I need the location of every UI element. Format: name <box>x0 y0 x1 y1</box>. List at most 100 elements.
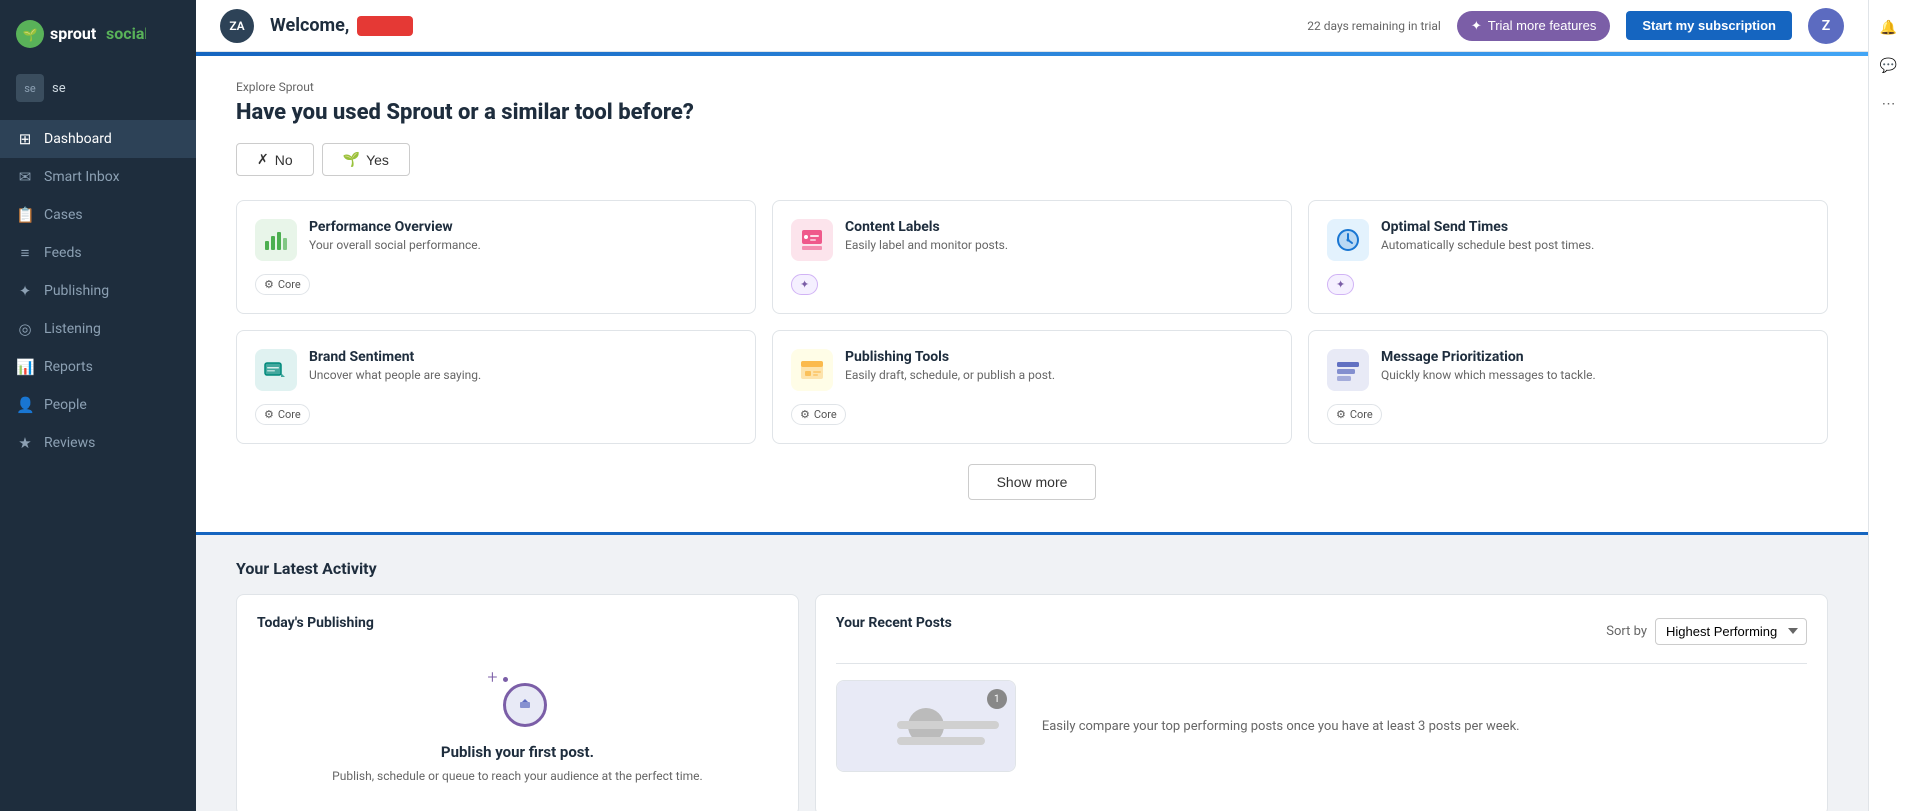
feature-card-desc: Easily label and monitor posts. <box>845 238 1008 252</box>
publish-empty-title: Publish your first post. <box>441 743 594 761</box>
sidebar-item-feeds[interactable]: ≡ Feeds <box>0 234 196 272</box>
core-icon: ⚙ <box>1336 408 1346 421</box>
publish-empty-state: + Publish your firs <box>257 647 778 795</box>
yes-icon: 🌱 <box>343 151 360 168</box>
feature-badge-core: ⚙ Core <box>791 404 846 425</box>
recent-posts-empty-text-area: Easily compare your top performing posts… <box>1032 680 1807 772</box>
feature-badge-core: ⚙ Core <box>255 404 310 425</box>
sidebar-item-publishing[interactable]: ✦ Publishing <box>0 272 196 310</box>
messages-icon[interactable]: 💬 <box>1873 50 1905 82</box>
feature-card-performance-overview[interactable]: Performance Overview Your overall social… <box>236 200 756 314</box>
recent-posts-card: Your Recent Posts Sort by Highest Perfor… <box>815 594 1828 811</box>
topbar-profile-avatar[interactable]: Z <box>1808 8 1844 44</box>
smart-inbox-icon: ✉ <box>16 168 34 186</box>
topbar-user-avatar: ZA <box>220 9 254 43</box>
reviews-icon: ★ <box>16 434 34 452</box>
yesno-buttons: ✗ No 🌱 Yes <box>236 143 1828 176</box>
sort-dropdown[interactable]: Highest Performing <box>1655 618 1807 645</box>
feature-card-publishing-tools[interactable]: Publishing Tools Easily draft, schedule,… <box>772 330 1292 444</box>
no-button[interactable]: ✗ No <box>236 143 314 176</box>
post-number-badge: 1 <box>987 689 1007 709</box>
post-preview-card[interactable]: 1 <box>836 680 1016 772</box>
feature-card-title: Content Labels <box>845 219 1008 235</box>
content-labels-icon <box>791 219 833 261</box>
sidebar-item-smart-inbox[interactable]: ✉ Smart Inbox <box>0 158 196 196</box>
sidebar-item-label: Publishing <box>44 283 109 299</box>
feature-card-desc: Easily draft, schedule, or publish a pos… <box>845 368 1055 382</box>
trial-features-button[interactable]: ✦ Trial more features <box>1457 11 1611 41</box>
post-text-bar-1 <box>897 721 999 729</box>
plus-icon: + <box>487 667 497 688</box>
right-rail: 🔔 💬 ⋯ <box>1868 0 1908 811</box>
show-more-button[interactable]: Show more <box>968 464 1097 500</box>
sidebar-item-label: Cases <box>44 207 83 223</box>
publish-circle-icon <box>503 683 547 727</box>
sidebar-user[interactable]: se se <box>0 64 196 112</box>
topbar: ZA Welcome, 22 days remaining in trial ✦… <box>196 0 1868 52</box>
sidebar-item-reviews[interactable]: ★ Reviews <box>0 424 196 462</box>
svg-text:🌱: 🌱 <box>23 28 38 42</box>
svg-text:social: social <box>106 24 146 43</box>
no-icon: ✗ <box>257 151 269 168</box>
core-icon: ⚙ <box>264 408 274 421</box>
sidebar-item-listening[interactable]: ◎ Listening <box>0 310 196 348</box>
sidebar-item-people[interactable]: 👤 People <box>0 386 196 424</box>
performance-overview-icon <box>255 219 297 261</box>
feature-card-message-prioritization[interactable]: Message Prioritization Quickly know whic… <box>1308 330 1828 444</box>
core-icon: ⚙ <box>800 408 810 421</box>
feature-badge-premium: ✦ <box>1327 274 1354 295</box>
sidebar-user-avatar: se <box>16 74 44 102</box>
sort-label: Sort by <box>1606 624 1647 639</box>
optimal-send-times-icon <box>1327 219 1369 261</box>
topbar-name-badge <box>357 16 413 36</box>
more-options-icon[interactable]: ⋯ <box>1873 88 1905 120</box>
feature-card-desc: Uncover what people are saying. <box>309 368 481 382</box>
recent-posts-content: 1 Easily compare your top performing pos… <box>836 663 1807 772</box>
cases-icon: 📋 <box>16 206 34 224</box>
sidebar-item-reports[interactable]: 📊 Reports <box>0 348 196 386</box>
todays-publishing-card: Today's Publishing + <box>236 594 799 811</box>
topbar-welcome: Welcome, <box>270 15 413 36</box>
message-prioritization-icon <box>1327 349 1369 391</box>
feature-card-title: Message Prioritization <box>1381 349 1596 365</box>
brand-sentiment-icon <box>255 349 297 391</box>
feature-card-desc: Automatically schedule best post times. <box>1381 238 1594 252</box>
recent-posts-body: 1 Easily compare your top performing pos… <box>836 680 1807 772</box>
feature-grid: Performance Overview Your overall social… <box>236 200 1828 444</box>
yes-button[interactable]: 🌱 Yes <box>322 143 410 176</box>
dot-indicator <box>503 677 508 682</box>
trial-remaining-text: 22 days remaining in trial <box>1307 19 1441 33</box>
notifications-icon[interactable]: 🔔 <box>1873 12 1905 44</box>
feature-card-optimal-send-times[interactable]: Optimal Send Times Automatically schedul… <box>1308 200 1828 314</box>
publishing-icon: ✦ <box>16 282 34 300</box>
post-text-bar-2 <box>897 737 985 745</box>
sidebar-nav: ⊞ Dashboard ✉ Smart Inbox 📋 Cases ≡ Feed… <box>0 120 196 462</box>
reports-icon: 📊 <box>16 358 34 376</box>
svg-text:sprout: sprout <box>50 24 97 43</box>
recent-posts-title: Your Recent Posts <box>836 615 952 631</box>
sidebar-item-cases[interactable]: 📋 Cases <box>0 196 196 234</box>
activity-grid: Today's Publishing + <box>236 594 1828 811</box>
sidebar-item-label: Reports <box>44 359 93 375</box>
sparkle-icon: ✦ <box>1471 18 1482 34</box>
publishing-tools-icon <box>791 349 833 391</box>
activity-section: Your Latest Activity Today's Publishing … <box>196 535 1868 811</box>
sidebar-item-label: People <box>44 397 87 413</box>
sidebar-item-dashboard[interactable]: ⊞ Dashboard <box>0 120 196 158</box>
publish-empty-desc: Publish, schedule or queue to reach your… <box>332 767 703 785</box>
sidebar: 🌱 sprout social se se ⊞ Dashboard ✉ Smar… <box>0 0 196 811</box>
feeds-icon: ≡ <box>16 244 34 262</box>
listening-icon: ◎ <box>16 320 34 338</box>
feature-card-content-labels[interactable]: Content Labels Easily label and monitor … <box>772 200 1292 314</box>
feature-badge-premium: ✦ <box>791 274 818 295</box>
start-subscription-button[interactable]: Start my subscription <box>1626 11 1792 40</box>
feature-badge-core: ⚙ Core <box>255 274 310 295</box>
post-preview-image: 1 <box>837 681 1015 771</box>
core-icon: ⚙ <box>264 278 274 291</box>
feature-badge-core: ⚙ Core <box>1327 404 1382 425</box>
dashboard-icon: ⊞ <box>16 130 34 148</box>
main-content: ZA Welcome, 22 days remaining in trial ✦… <box>196 0 1868 811</box>
sidebar-item-label: Smart Inbox <box>44 169 120 185</box>
sort-select: Sort by Highest Performing <box>1606 618 1807 645</box>
feature-card-brand-sentiment[interactable]: Brand Sentiment Uncover what people are … <box>236 330 756 444</box>
